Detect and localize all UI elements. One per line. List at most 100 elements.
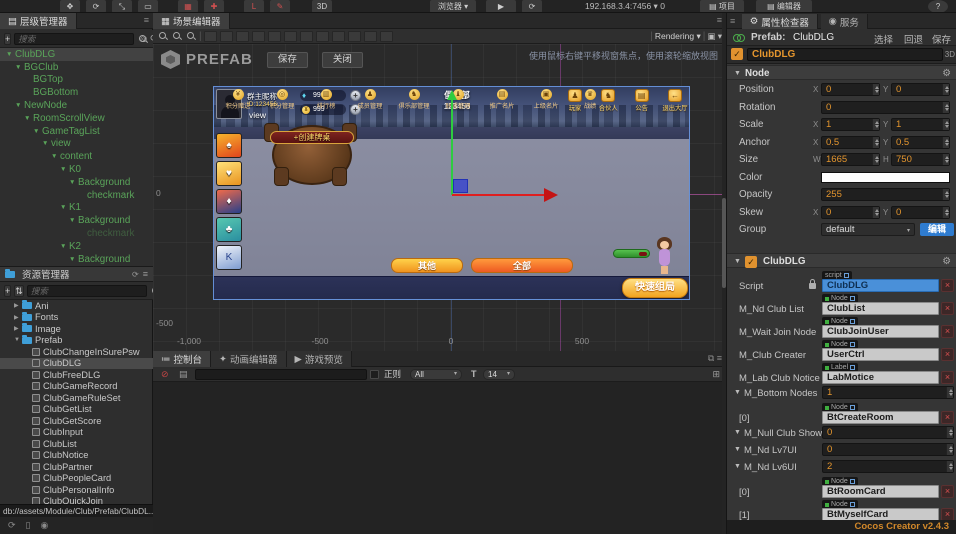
prefab-revert-button[interactable]: 回退 — [904, 32, 923, 46]
gizmo-origin-handle[interactable] — [453, 179, 468, 193]
asset-clubdlg[interactable]: ▶ClubDLG — [0, 358, 153, 370]
scene-tool-icon[interactable] — [268, 31, 281, 42]
asset-clubpeoplecard[interactable]: ▶ClubPeopleCard — [0, 473, 153, 485]
node-name-field[interactable]: ClubDLG — [747, 48, 943, 61]
value-input[interactable]: 1665 — [821, 153, 880, 166]
asset-clubgamerecord[interactable]: ▶ClubGameRecord — [0, 381, 153, 393]
expand-arrow-icon[interactable]: ▶ — [14, 314, 22, 321]
assets-search-input[interactable] — [27, 285, 147, 297]
create-table-button[interactable]: +创建牌桌 — [270, 131, 354, 144]
count-input[interactable]: 2 — [822, 460, 954, 473]
expand-arrow-icon[interactable]: ▼ — [60, 243, 69, 250]
spinner[interactable] — [942, 102, 949, 113]
hierarchy-node-k1[interactable]: ▼K1 — [0, 202, 153, 215]
hierarchy-node-k0[interactable]: ▼K0 — [0, 163, 153, 176]
remove-ref-button[interactable]: × — [941, 279, 954, 292]
project-settings-button[interactable]: ▤ 项目 — [700, 0, 744, 13]
spinner[interactable] — [942, 119, 949, 130]
expand-arrow-icon[interactable]: ▼ — [69, 217, 78, 224]
remove-ref-button[interactable]: × — [941, 302, 954, 315]
clear-console-icon[interactable]: ⊘ — [161, 369, 169, 380]
expand-arrow-icon[interactable]: ▼ — [51, 153, 60, 160]
hierarchy-node-bgtop[interactable]: ▼BGTop — [0, 74, 153, 87]
ref-field[interactable]: UserCtrl — [822, 348, 939, 361]
expand-arrow-icon[interactable]: ▼ — [60, 166, 69, 173]
value-input[interactable]: 0.5 — [891, 136, 950, 149]
assets-menu-icon[interactable]: ≡ — [143, 269, 148, 279]
spinner[interactable] — [872, 137, 879, 148]
game-type-tile-4[interactable]: K — [216, 245, 242, 270]
spinner[interactable] — [872, 207, 879, 218]
count-input[interactable]: 1 — [822, 386, 954, 399]
hierarchy-node-background[interactable]: ▼Background — [0, 253, 153, 266]
hierarchy-node-gametaglist[interactable]: ▼GameTagList — [0, 125, 153, 138]
panel-menu-icon[interactable]: ≡ — [144, 15, 149, 25]
sort-icon[interactable]: ⇅ — [14, 285, 24, 297]
spinner[interactable] — [872, 84, 879, 95]
ref-field[interactable]: ClubJoinUser — [822, 325, 939, 338]
ref-field[interactable]: ClubList — [822, 302, 939, 315]
ref-field[interactable]: BtCreateRoom — [822, 411, 939, 424]
refresh-button[interactable]: ⟳ — [522, 0, 542, 13]
inspector-scrollbar[interactable] — [722, 13, 726, 534]
hierarchy-node-background[interactable]: ▼Background — [0, 176, 153, 189]
expand-arrow-icon[interactable]: ▶ — [14, 302, 22, 309]
ref-field[interactable]: LabMotice — [822, 371, 939, 384]
asset-clubinput[interactable]: ▶ClubInput — [0, 427, 153, 439]
club-button-6[interactable]: ▤推广名片 — [482, 89, 522, 110]
tab-animation-editor[interactable]: ✦动画编辑器 — [211, 351, 286, 367]
component-section-header[interactable]: ▼ ✓ ClubDLG ⚙ — [727, 253, 956, 268]
filter-other-button[interactable]: 其他 — [391, 258, 463, 273]
local-coord-icon[interactable]: L — [244, 0, 264, 13]
move-tool-icon[interactable]: ✥ — [60, 0, 80, 13]
spinner[interactable] — [942, 84, 949, 95]
asset-clubgetscore[interactable]: ▶ClubGetScore — [0, 415, 153, 427]
expand-arrow-icon[interactable]: ▼ — [14, 337, 22, 343]
log-level-dropdown[interactable]: All▾ — [410, 369, 462, 380]
hierarchy-node-bgclub[interactable]: ▼BGClub — [0, 61, 153, 74]
help-icon[interactable]: ? — [928, 0, 948, 13]
value-input[interactable]: 0 — [891, 206, 950, 219]
asset-clubgameruleset[interactable]: ▶ClubGameRuleSet — [0, 392, 153, 404]
count-input[interactable]: 0 — [822, 443, 954, 456]
expand-arrow-icon[interactable]: ▶ — [14, 325, 22, 332]
sync-icon[interactable]: ⟳ — [8, 520, 16, 531]
play-button[interactable]: ▶ — [486, 0, 516, 13]
spinner[interactable] — [872, 154, 879, 165]
club-top-button-3[interactable]: ←退出大厅 — [660, 89, 690, 112]
club-button-1[interactable]: ◎积分管理 — [262, 89, 302, 110]
spinner[interactable] — [946, 427, 953, 438]
mode-3d-button[interactable]: 3D — [312, 0, 332, 13]
preview-target-dropdown[interactable]: 浏览器 ▾ — [430, 0, 476, 13]
scene-tool-icon[interactable] — [316, 31, 329, 42]
gizmo-position-icon[interactable]: ▦ — [178, 0, 198, 13]
game-type-tile-1[interactable]: ♥ — [216, 161, 242, 186]
rendering-dropdown[interactable]: Rendering ▾ — [655, 31, 701, 42]
rotate-tool-icon[interactable]: ⟳ — [86, 0, 106, 13]
expand-arrow-icon[interactable]: ▼ — [15, 102, 24, 109]
prefab-select-button[interactable]: 选择 — [874, 32, 893, 46]
zoom-in-icon[interactable] — [157, 30, 169, 42]
hierarchy-node-roomscrollview[interactable]: ▼RoomScrollView — [0, 112, 153, 125]
scene-tool-icon[interactable] — [348, 31, 361, 42]
collapse-icon[interactable]: ⊞ — [712, 369, 720, 380]
regex-checkbox[interactable] — [370, 370, 379, 379]
color-swatch[interactable] — [821, 172, 950, 183]
hierarchy-node-checkmark[interactable]: ▼checkmark — [0, 227, 153, 240]
gear-icon[interactable]: ⚙ — [942, 66, 951, 81]
camera-dropdown[interactable]: ▣ ▾ — [707, 31, 722, 42]
expand-arrow-icon[interactable]: ▼ — [734, 429, 741, 436]
remove-ref-button[interactable]: × — [941, 485, 954, 498]
asset-clubfreedlg[interactable]: ▶ClubFreeDLG — [0, 369, 153, 381]
expand-arrow-icon[interactable]: ▼ — [60, 204, 69, 211]
node-active-checkbox[interactable]: ✓ — [731, 48, 743, 60]
node-section-header[interactable]: ▼ Node ⚙ — [727, 65, 956, 80]
club-button-3[interactable]: ♟成员管理 — [350, 89, 390, 110]
club-button-5[interactable]: ♝联盟管理 — [438, 89, 478, 110]
zoom-reset-icon[interactable] — [185, 30, 197, 42]
quick-match-button[interactable]: 快速组局 — [622, 278, 688, 298]
prefab-close-button[interactable]: 关闭 — [322, 52, 363, 68]
hierarchy-node-content[interactable]: ▼content — [0, 150, 153, 163]
scene-viewport[interactable]: 群主昵称 ID:123456 view ♦999 + ¥999 + 俱乐部 12… — [153, 44, 726, 351]
club-button-8[interactable]: ♛战绩 — [570, 89, 610, 110]
